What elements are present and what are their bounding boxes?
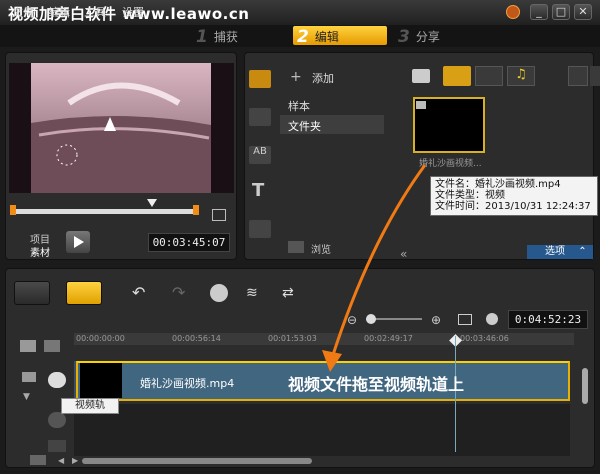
title-track-icon[interactable] [48,440,66,452]
scroll-left-icon[interactable]: ◀ [58,456,64,465]
fit-project-icon[interactable] [458,314,472,325]
menu-tools[interactable]: 工具 [84,4,106,20]
fullscreen-icon[interactable] [212,209,226,221]
menu-edit[interactable]: 编辑 [48,4,70,20]
close-icon[interactable]: ✕ [574,4,592,20]
chevron-up-icon: ⌃ [578,246,587,257]
timeline-view-button[interactable] [66,281,102,305]
folder-icon[interactable] [412,69,430,83]
library-item-folder[interactable]: 文件夹 [288,118,321,134]
tab-share[interactable]: 3 分享 [398,26,488,47]
list-view-icon[interactable] [568,66,588,86]
auto-music-icon[interactable]: ⇄ [282,285,294,301]
title-ab-icon[interactable]: AB [249,146,271,164]
options-button[interactable]: 选项 ⌃ [527,245,593,259]
tooltip-filetype: 文件类型：视频 [435,190,505,201]
maximize-icon[interactable]: □ [552,4,570,20]
filter-video-icon[interactable] [443,66,471,86]
app-logo-icon [506,5,520,19]
overlay-track-icon[interactable] [48,412,66,428]
undo-icon[interactable]: ↶ [132,283,145,302]
add-icon[interactable]: + [290,69,302,85]
menu-settings[interactable]: 设置 [122,4,144,20]
preview-timecode[interactable]: 00:03:45:07 [148,233,230,252]
video-preview [9,63,234,193]
horizontal-scrollbar[interactable] [82,458,312,464]
vertical-scrollbar[interactable] [582,368,588,404]
trim-start-handle[interactable] [10,205,16,215]
tab-capture[interactable]: 1 捕获 [196,26,286,47]
timeline-timecode[interactable]: 0:04:52:23 [508,310,588,329]
filter-icon[interactable] [249,220,271,238]
audio-mixer-icon[interactable]: ≋ [246,285,258,301]
clip-thumbnail [80,363,122,398]
tab-edit[interactable]: 2 编辑 [293,26,387,47]
scroll-right-icon[interactable]: ▶ [72,456,78,465]
tooltip-filename: 文件名：婚礼沙画视频.mp4 [435,179,561,190]
clip-name: 婚礼沙画视频.mp4 [140,377,235,390]
chevron-down-icon[interactable]: ▼ [23,392,30,402]
tooltip-filetime: 文件时间：2013/10/31 12:24:37 [435,201,591,212]
record-capture-icon[interactable] [210,284,228,302]
preview-playhead[interactable] [147,199,157,207]
track-manager-icon[interactable] [20,340,36,352]
ripple-edit-icon[interactable] [22,372,36,382]
text-t-icon[interactable]: T [252,180,264,201]
track-list-icon[interactable] [44,340,60,352]
ruler-mark-0: 00:00:00:00 [76,334,125,343]
library-item-sample[interactable]: 样本 [288,98,310,114]
transition-icon[interactable] [249,108,271,126]
media-library-icon[interactable] [249,70,271,88]
ruler-mark-1: 00:00:56:14 [172,334,221,343]
add-track-icon[interactable] [30,455,46,465]
play-icon [74,236,84,248]
preview-scrub-bar[interactable] [14,209,196,214]
file-info-tooltip: 文件名：婚礼沙画视频.mp4 文件类型：视频 文件时间：2013/10/31 1… [430,176,598,216]
add-button[interactable]: 添加 [312,70,334,86]
menu-file[interactable]: 文件 [12,4,34,20]
trim-end-handle[interactable] [193,205,199,215]
video-file-icon [416,101,426,109]
track-label-badge: 视频轨 [61,398,119,414]
filter-audio-icon[interactable]: ♫ [507,66,535,86]
video-track-icon[interactable] [48,372,66,388]
duration-clock-icon[interactable] [486,313,498,325]
play-button[interactable] [66,231,90,253]
mode-clip[interactable]: 素材 [30,244,50,259]
filter-image-icon[interactable] [475,66,503,86]
drag-arrow [322,164,427,372]
overlay-track[interactable] [74,404,570,456]
ruler-mark-4: 00:03:46:06 [460,334,509,343]
storyboard-view-button[interactable] [14,281,50,305]
minimize-icon[interactable]: _ [530,4,548,20]
redo-icon[interactable]: ↷ [172,283,185,302]
grid-view-icon[interactable] [590,66,600,86]
